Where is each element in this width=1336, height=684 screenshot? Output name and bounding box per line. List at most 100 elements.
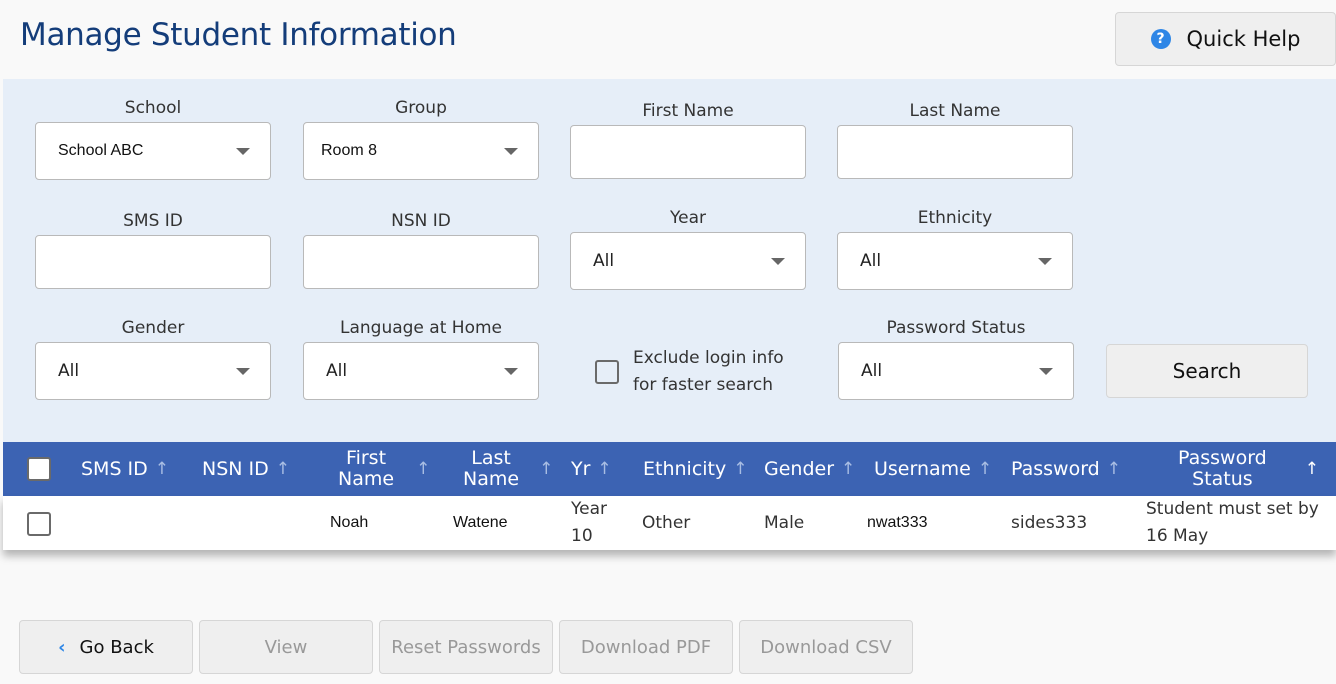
chevron-down-icon — [771, 258, 785, 265]
column-header-password-status[interactable]: Password Status ↑ — [1178, 442, 1319, 496]
column-header-last-name[interactable]: Last Name ↑ — [463, 442, 553, 496]
go-back-label: Go Back — [79, 636, 154, 658]
chevron-down-icon — [1038, 258, 1052, 265]
action-bar: ‹ Go Back View Reset Passwords Download … — [19, 620, 913, 674]
group-select[interactable]: Room 8 — [303, 122, 539, 180]
ethnicity-value: All — [860, 251, 882, 271]
help-question-icon: ? — [1150, 29, 1171, 49]
column-header-yr[interactable]: Yr ↑ — [571, 442, 612, 496]
cell-yr: Year 10 — [571, 496, 607, 550]
column-header-ethnicity[interactable]: Ethnicity ↑ — [643, 442, 748, 496]
column-label-line1: Password — [1178, 447, 1267, 469]
cell-gender: Male — [764, 513, 805, 533]
last-name-input[interactable] — [837, 125, 1073, 179]
go-back-button[interactable]: ‹ Go Back — [19, 620, 193, 674]
column-label: First Name — [338, 448, 394, 490]
cell-yr-line2: 10 — [571, 526, 593, 546]
view-button[interactable]: View — [199, 620, 373, 674]
sort-arrow-icon: ↑ — [416, 459, 431, 479]
sort-arrow-icon: ↑ — [154, 459, 170, 479]
column-label: Yr — [571, 458, 591, 480]
chevron-left-icon: ‹ — [58, 636, 66, 658]
sms-id-input[interactable] — [35, 235, 271, 289]
gender-select[interactable]: All — [35, 342, 271, 400]
exclude-login-line2: for faster search — [633, 375, 774, 395]
quick-help-button[interactable]: ? Quick Help — [1115, 12, 1336, 66]
select-all-checkbox[interactable] — [27, 457, 51, 481]
column-label-line1: First — [346, 447, 387, 469]
group-value: Room 8 — [321, 142, 378, 159]
column-label: Ethnicity — [643, 458, 727, 480]
column-header-sms-id[interactable]: SMS ID ↑ — [81, 442, 169, 496]
cell-last-name: Watene — [453, 514, 508, 531]
column-header-username[interactable]: Username ↑ — [874, 442, 992, 496]
page-title: Manage Student Information — [20, 17, 457, 53]
chevron-down-icon — [236, 148, 250, 155]
download-csv-button[interactable]: Download CSV — [739, 620, 913, 674]
year-label: Year — [670, 208, 706, 228]
last-name-label: Last Name — [909, 101, 1001, 121]
nsn-id-input[interactable] — [303, 235, 539, 289]
column-header-nsn-id[interactable]: NSN ID ↑ — [202, 442, 290, 496]
exclude-login-checkbox[interactable] — [595, 360, 619, 384]
column-label: Last Name — [463, 448, 519, 490]
password-status-select[interactable]: All — [838, 342, 1074, 400]
column-label: NSN ID — [202, 458, 269, 480]
download-pdf-button[interactable]: Download PDF — [559, 620, 733, 674]
chevron-down-icon — [1039, 368, 1053, 375]
column-header-first-name[interactable]: First Name ↑ — [338, 442, 430, 496]
first-name-input[interactable] — [570, 125, 806, 179]
sort-arrow-icon: ↑ — [275, 459, 291, 479]
column-label: SMS ID — [81, 458, 148, 480]
cell-username: nwat333 — [867, 514, 928, 531]
column-label: Gender — [764, 458, 835, 480]
school-value: School ABC — [58, 142, 144, 159]
column-label: Password Status — [1178, 448, 1267, 490]
password-status-label: Password Status — [886, 318, 1026, 338]
chevron-down-icon — [504, 368, 518, 375]
ethnicity-label: Ethnicity — [917, 208, 993, 228]
exclude-login-option[interactable]: Exclude login info for faster search — [595, 345, 784, 399]
sort-arrow-icon: ↑ — [539, 459, 554, 479]
year-value: All — [593, 251, 615, 271]
sort-arrow-icon: ↑ — [597, 459, 612, 479]
reset-passwords-button[interactable]: Reset Passwords — [379, 620, 553, 674]
language-select[interactable]: All — [303, 342, 539, 400]
language-value: All — [326, 361, 348, 381]
column-label-line1: Last — [471, 447, 511, 469]
year-select[interactable]: All — [570, 232, 806, 290]
chevron-down-icon — [236, 368, 250, 375]
sort-arrow-icon: ↑ — [841, 459, 856, 479]
column-label: Username — [874, 458, 971, 480]
school-select[interactable]: School ABC — [35, 122, 271, 180]
cell-ethnicity: Other — [642, 513, 691, 533]
cell-password-status-line1: Student must set by — [1146, 499, 1319, 519]
nsn-id-label: NSN ID — [391, 211, 451, 231]
column-label: Password — [1011, 458, 1100, 480]
search-button[interactable]: Search — [1106, 344, 1308, 398]
cell-password-status: Student must set by 16 May — [1146, 496, 1319, 550]
exclude-login-line1: Exclude login info — [633, 348, 784, 368]
language-label: Language at Home — [340, 318, 502, 338]
sort-arrow-icon: ↑ — [1304, 459, 1319, 479]
quick-help-label: Quick Help — [1186, 27, 1301, 51]
school-label: School — [124, 98, 182, 118]
ethnicity-select[interactable]: All — [837, 232, 1073, 290]
group-label: Group — [395, 98, 447, 118]
column-label-line2: Name — [463, 468, 520, 490]
exclude-login-label: Exclude login info for faster search — [633, 345, 784, 399]
students-table: SMS ID ↑ NSN ID ↑ First Name ↑ Last Name ↑… — [3, 442, 1336, 550]
table-row[interactable]: Noah Watene Year 10 Other Male nwat333 si… — [3, 496, 1336, 550]
sort-arrow-icon: ↑ — [977, 459, 993, 479]
row-checkbox[interactable] — [27, 512, 51, 536]
cell-yr-line1: Year — [571, 499, 607, 519]
column-header-password[interactable]: Password ↑ — [1011, 442, 1121, 496]
password-status-value: All — [861, 361, 883, 381]
gender-label: Gender — [121, 318, 185, 338]
cell-password-status-line2: 16 May — [1146, 526, 1209, 546]
column-header-gender[interactable]: Gender ↑ — [764, 442, 855, 496]
cell-password: sides333 — [1011, 513, 1088, 533]
column-label-line2: Name — [338, 468, 395, 490]
sms-id-label: SMS ID — [123, 211, 183, 231]
column-label-line2: Status — [1192, 468, 1253, 490]
